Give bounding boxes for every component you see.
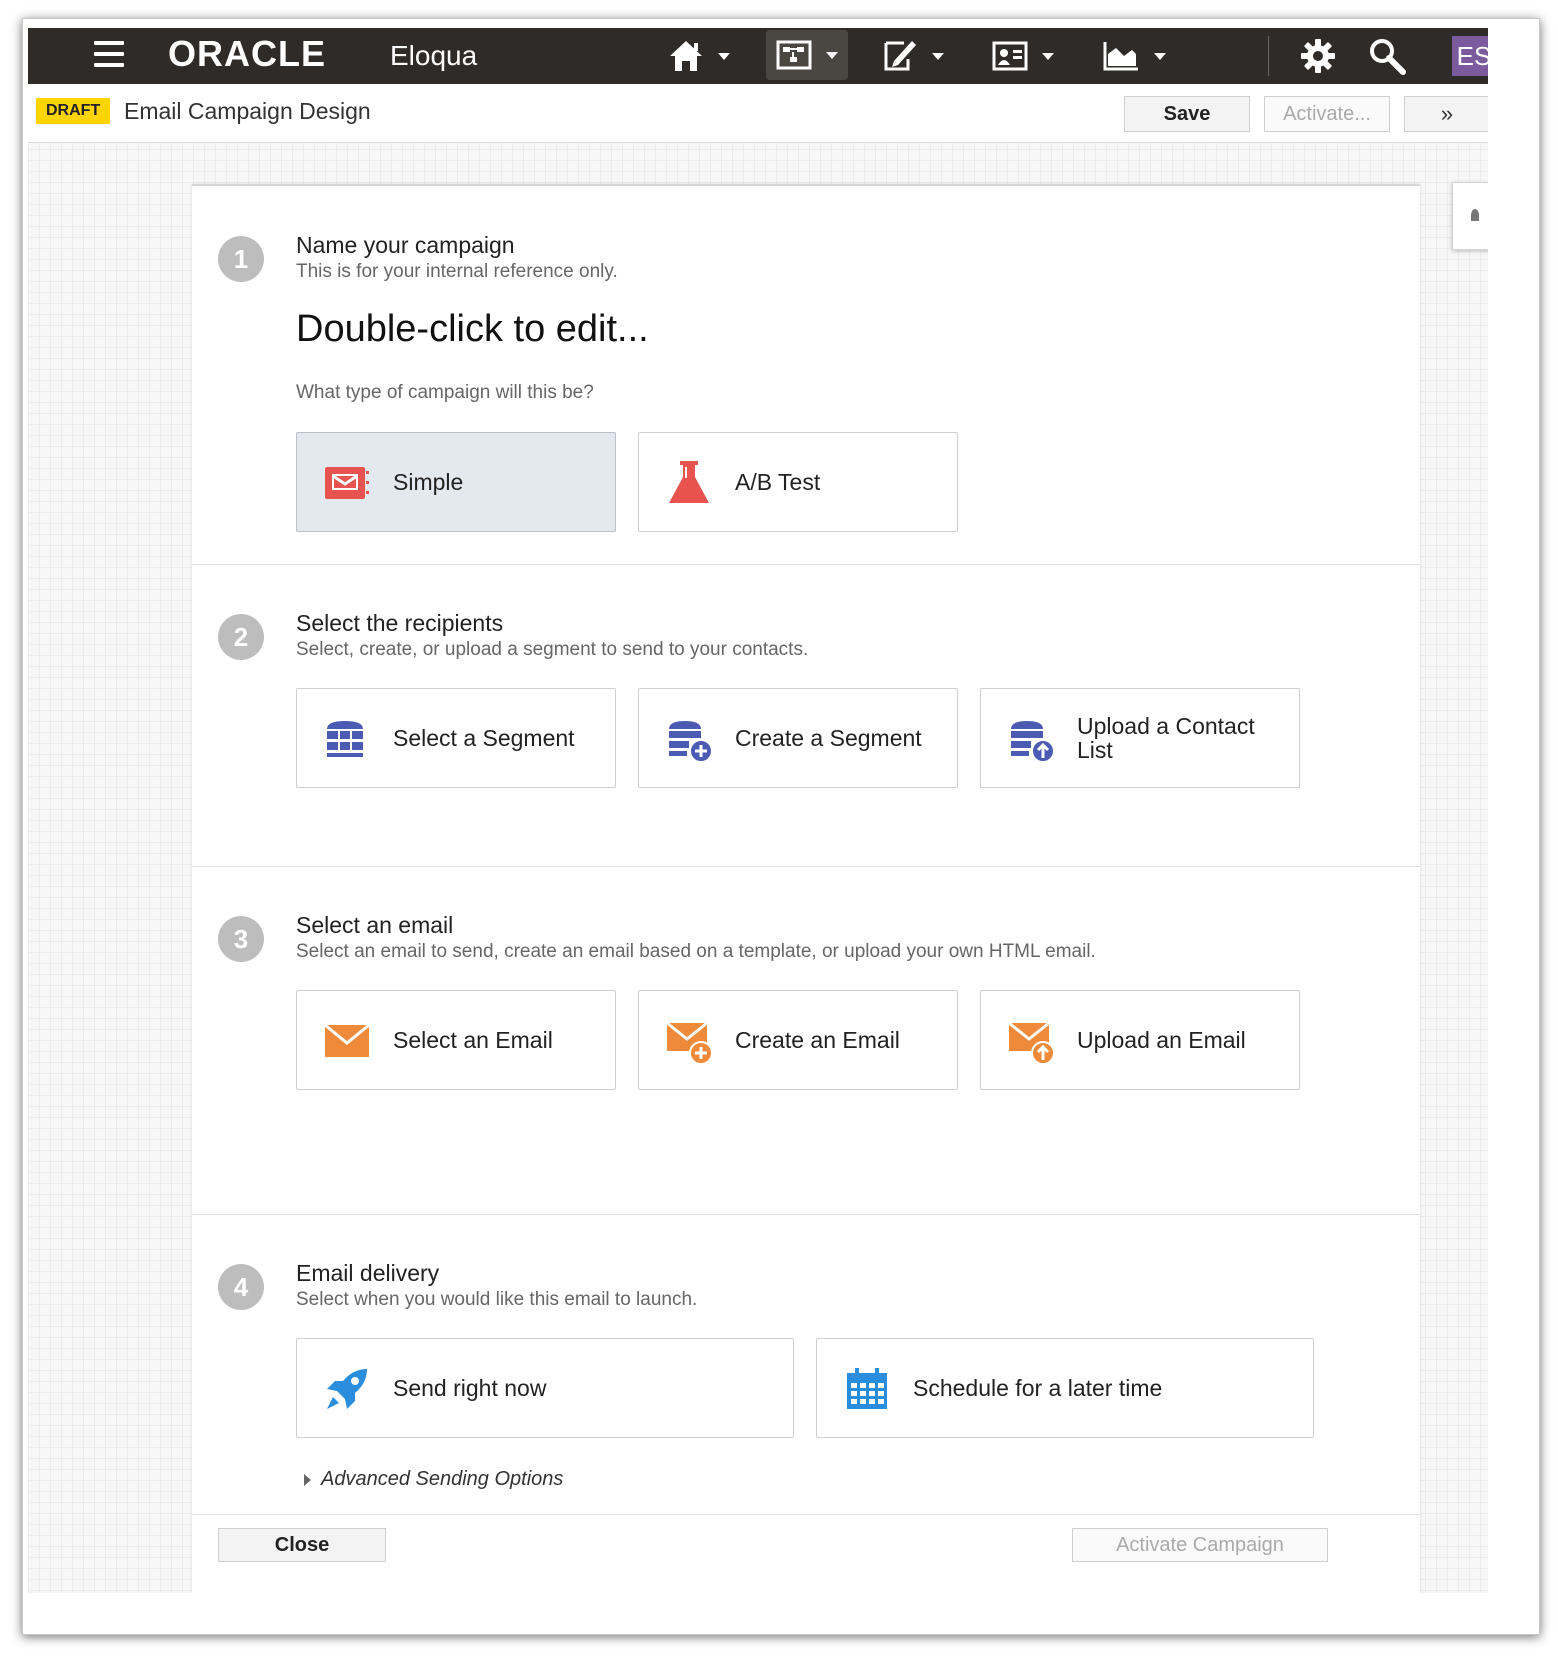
- step-number: 1: [218, 236, 264, 282]
- assets-icon: [884, 41, 916, 71]
- campaign-wizard: 1 Name your campaign This is for your in…: [192, 184, 1420, 1593]
- step-email-delivery: 4 Email delivery Select when you would l…: [192, 1214, 1420, 1515]
- option-select-email[interactable]: Select an Email: [296, 990, 616, 1090]
- advanced-sending-options-label: Advanced Sending Options: [321, 1468, 564, 1490]
- menu-icon[interactable]: [94, 41, 124, 69]
- step-select-recipients: 2 Select the recipients Select, create, …: [192, 564, 1420, 867]
- calendar-icon: [847, 1368, 887, 1409]
- email-icon: [325, 467, 369, 499]
- nav-assets-button[interactable]: [882, 28, 944, 84]
- option-send-right-now[interactable]: Send right now: [296, 1338, 794, 1438]
- step-name-campaign: 1 Name your campaign This is for your in…: [192, 186, 1420, 565]
- home-icon: [670, 41, 702, 71]
- option-label: Upload an Email: [1077, 1027, 1246, 1053]
- page-title: Email Campaign Design: [124, 98, 371, 124]
- step-subtitle: Select, create, or upload a segment to s…: [296, 639, 809, 660]
- status-badge: DRAFT: [36, 98, 111, 124]
- campaign-header: DRAFT Email Campaign Design Save Activat…: [28, 84, 1488, 143]
- expand-panel-button[interactable]: »: [1404, 96, 1488, 132]
- product-name: Eloqua: [390, 40, 478, 71]
- activate-button[interactable]: Activate...: [1264, 96, 1390, 132]
- option-simple[interactable]: Simple: [296, 432, 616, 532]
- option-label: Schedule for a later time: [913, 1375, 1163, 1401]
- chevron-down-icon: [718, 52, 730, 60]
- envelope-upload-icon: [1008, 1021, 1055, 1065]
- step-subtitle: Select when you would like this email to…: [296, 1289, 698, 1310]
- drop-icon: [1471, 209, 1479, 221]
- option-label: Select a Segment: [393, 725, 575, 751]
- nav-insight-button[interactable]: [1102, 28, 1166, 84]
- segment-add-icon: [669, 721, 713, 763]
- step-subtitle: Select an email to send, create an email…: [296, 941, 1096, 962]
- step-number: 4: [218, 1264, 264, 1310]
- campaign-type-question: What type of campaign will this be?: [296, 382, 594, 403]
- step-title: Select the recipients: [296, 610, 504, 636]
- contacts-icon: [992, 41, 1028, 71]
- nav-home-button[interactable]: [668, 28, 730, 84]
- step-title: Name your campaign: [296, 232, 515, 258]
- step-number: 3: [218, 916, 264, 962]
- step-title: Email delivery: [296, 1260, 440, 1286]
- nav-divider: [1268, 36, 1269, 76]
- nav-search-button[interactable]: [1368, 28, 1406, 84]
- campaign-name-field[interactable]: Double-click to edit...: [296, 308, 649, 351]
- activate-campaign-button[interactable]: Activate Campaign: [1072, 1528, 1328, 1562]
- chevron-down-icon: [1042, 52, 1054, 60]
- top-navigation-bar: ORACLE Eloqua ES: [28, 28, 1488, 84]
- option-upload-email[interactable]: Upload an Email: [980, 990, 1300, 1090]
- envelope-add-icon: [666, 1021, 713, 1065]
- option-ab-test[interactable]: A/B Test: [638, 432, 958, 532]
- option-label: Upload a Contact List: [1077, 713, 1255, 763]
- option-label: Create an Email: [735, 1027, 900, 1053]
- option-schedule-later[interactable]: Schedule for a later time: [816, 1338, 1314, 1438]
- advanced-sending-options-toggle[interactable]: Advanced Sending Options: [304, 1468, 563, 1491]
- option-label: A/B Test: [735, 469, 821, 495]
- search-icon: [1370, 39, 1406, 75]
- option-label: Select an Email: [393, 1027, 553, 1053]
- step-select-email: 3 Select an email Select an email to sen…: [192, 866, 1420, 1215]
- orchestration-icon: [776, 40, 812, 70]
- option-label: Create a Segment: [735, 725, 922, 751]
- chevron-down-icon: [1154, 52, 1166, 60]
- flask-icon: [669, 461, 709, 503]
- oracle-logo: ORACLE: [168, 33, 326, 74]
- segment-upload-icon: [1011, 721, 1055, 763]
- option-create-email[interactable]: Create an Email: [638, 990, 958, 1090]
- side-panel-tab[interactable]: [1452, 182, 1488, 250]
- insight-icon: [1103, 42, 1138, 71]
- envelope-icon: [324, 1023, 370, 1057]
- nav-settings-button[interactable]: [1300, 28, 1336, 84]
- option-create-segment[interactable]: Create a Segment: [638, 688, 958, 788]
- segment-icon: [327, 721, 363, 757]
- nav-contacts-button[interactable]: [992, 28, 1054, 84]
- step-title: Select an email: [296, 912, 454, 938]
- user-avatar[interactable]: ES: [1452, 36, 1488, 76]
- close-button[interactable]: Close: [218, 1528, 386, 1562]
- settings-icon: [1301, 39, 1335, 73]
- option-select-segment[interactable]: Select a Segment: [296, 688, 616, 788]
- rocket-icon: [327, 1369, 367, 1409]
- chevron-down-icon: [932, 52, 944, 60]
- step-number: 2: [218, 614, 264, 660]
- caret-right-icon: [304, 1473, 311, 1486]
- nav-orchestration-button[interactable]: [766, 30, 848, 80]
- save-button[interactable]: Save: [1124, 96, 1250, 132]
- chevron-down-icon: [826, 51, 838, 59]
- step-subtitle: This is for your internal reference only…: [296, 261, 618, 282]
- option-upload-contact-list[interactable]: Upload a Contact List: [980, 688, 1300, 788]
- option-label: Send right now: [393, 1375, 547, 1401]
- option-label: Simple: [393, 469, 464, 495]
- app-window: ORACLE Eloqua ES DRAFT Email Campaign De…: [28, 28, 1488, 1593]
